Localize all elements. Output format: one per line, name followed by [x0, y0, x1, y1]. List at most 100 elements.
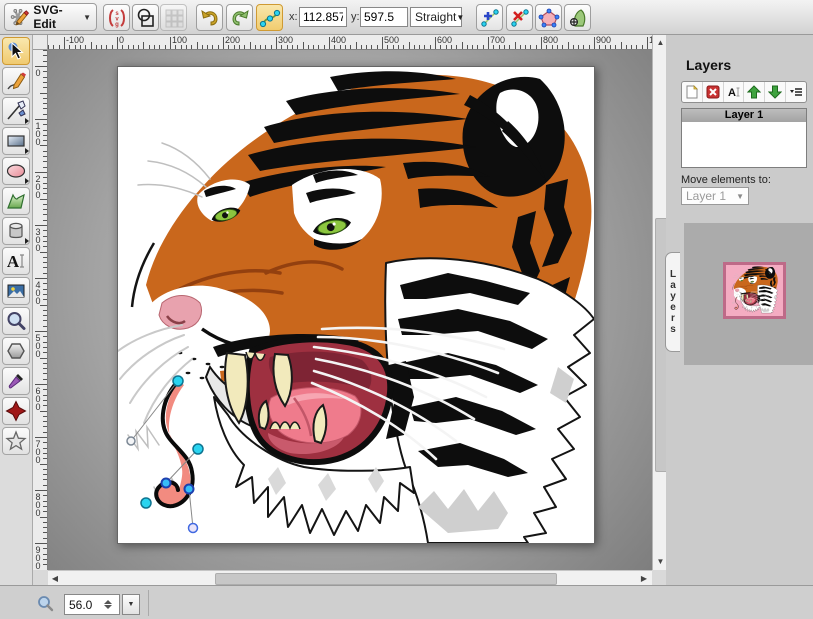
main-toolbar: SVG-Edit ▼ s v g	[0, 0, 813, 35]
link-control-points-button[interactable]	[564, 4, 591, 31]
delete-node-button[interactable]	[506, 4, 533, 31]
scroll-right-button[interactable]: ▶	[637, 571, 651, 585]
workspace[interactable]	[48, 50, 652, 570]
undo-button[interactable]	[196, 4, 223, 31]
ellipse-tool[interactable]	[2, 157, 30, 185]
path-node[interactable]	[162, 479, 171, 488]
grid-icon	[163, 7, 185, 29]
x-coordinate-input[interactable]	[299, 7, 347, 27]
cylinder-icon	[5, 220, 27, 242]
burst-icon	[5, 400, 27, 422]
svg-text:A: A	[728, 87, 736, 99]
thumbnail-drawing	[726, 265, 783, 316]
star-burst-tool[interactable]	[2, 397, 30, 425]
flyout-arrow-icon	[25, 148, 29, 154]
star-tool[interactable]	[2, 427, 30, 455]
select-arrow-icon: ▼	[456, 13, 464, 22]
status-bar: 56.0 ▼	[0, 585, 813, 619]
move-elements-label: Move elements to:	[681, 174, 771, 186]
spinner-down-icon[interactable]	[104, 605, 112, 609]
path-node-selected[interactable]	[141, 498, 151, 508]
segment-type-select[interactable]: Straight ▼	[410, 7, 462, 27]
shape-library-tool[interactable]	[2, 217, 30, 245]
wireframe-button[interactable]	[132, 4, 159, 31]
pencil-tool[interactable]	[2, 67, 30, 95]
text-icon: A	[5, 250, 27, 272]
eyedropper-tool[interactable]	[2, 367, 30, 395]
polygon-tool[interactable]	[2, 337, 30, 365]
preview-panel	[684, 223, 813, 365]
redo-button[interactable]	[226, 4, 253, 31]
ellipse-icon	[5, 160, 27, 182]
drawing-thumbnail	[723, 262, 786, 319]
layer-down-icon	[768, 85, 782, 99]
move-elements-dropdown[interactable]: Layer 1 ▼	[681, 187, 749, 205]
delete-node-icon	[509, 7, 531, 29]
flyout-arrow-icon	[25, 238, 29, 244]
layers-side-tab[interactable]: Layers	[665, 252, 680, 352]
tools-palette: A	[0, 35, 33, 619]
zoom-spinner[interactable]	[92, 600, 119, 609]
select-tool[interactable]	[2, 37, 30, 65]
control-handle[interactable]	[189, 524, 198, 533]
edit-source-button[interactable]: s v g	[103, 4, 130, 31]
layer-row[interactable]: Layer 1	[682, 109, 806, 122]
source-code-icon: s v g	[106, 7, 128, 29]
move-layer-down-button[interactable]	[765, 82, 786, 102]
layer-more-options-button[interactable]	[786, 82, 806, 102]
spinner-up-icon[interactable]	[104, 600, 112, 604]
text-tool[interactable]: A	[2, 247, 30, 275]
ruler-top: -10001002003004005006007008009001000	[48, 35, 652, 50]
drawing[interactable]	[118, 67, 594, 543]
move-layer-up-button[interactable]	[744, 82, 765, 102]
zoom-level-value: 56.0	[65, 598, 92, 612]
path-edit-mode-button[interactable]	[256, 4, 283, 31]
link-control-points-icon	[567, 7, 589, 29]
path-tool[interactable]	[2, 187, 30, 215]
path-node-selected[interactable]	[193, 444, 203, 454]
grid-button[interactable]	[160, 4, 187, 31]
rename-layer-button[interactable]: A	[724, 82, 745, 102]
image-tool[interactable]	[2, 277, 30, 305]
magnifier-icon	[5, 310, 27, 332]
line-pen-icon	[5, 100, 27, 122]
add-node-button[interactable]	[476, 4, 503, 31]
y-coordinate-input[interactable]	[360, 7, 408, 27]
control-handle[interactable]	[127, 437, 135, 445]
segment-type-value: Straight	[415, 10, 456, 24]
layers-panel-title: Layers	[686, 57, 731, 73]
scroll-left-button[interactable]: ◀	[48, 571, 62, 585]
ruler-corner	[33, 35, 48, 50]
svg-edit-app: SVG-Edit ▼ s v g	[0, 0, 813, 619]
star-icon	[5, 430, 27, 452]
x-coordinate-label: x:	[289, 11, 298, 23]
dropdown-arrow-icon: ▼	[128, 601, 135, 608]
horizontal-scrollbar[interactable]: ◀ ▶	[48, 570, 652, 585]
layers-panel: Layers A	[666, 35, 813, 585]
zoom-tool[interactable]	[2, 307, 30, 335]
rect-tool[interactable]	[2, 127, 30, 155]
tiger-drawing[interactable]	[118, 71, 594, 543]
app-name: SVG-Edit	[33, 3, 79, 31]
layer-menu-icon	[789, 85, 803, 99]
svg-canvas[interactable]	[117, 66, 595, 544]
path-node-selected[interactable]	[173, 376, 183, 386]
zoom-preset-dropdown[interactable]: ▼	[122, 594, 140, 615]
zoom-magnifier-icon	[37, 595, 54, 612]
delete-layer-button[interactable]	[703, 82, 724, 102]
path-node[interactable]	[185, 485, 194, 494]
path-shape-icon	[5, 190, 27, 212]
zoom-level-input[interactable]: 56.0	[64, 594, 120, 615]
pencil-icon	[5, 70, 27, 92]
horizontal-scroll-thumb[interactable]	[215, 573, 557, 585]
layer-buttons-bar: A	[681, 81, 807, 103]
open-path-button[interactable]	[535, 4, 562, 31]
delete-layer-icon	[706, 85, 720, 99]
new-layer-icon	[685, 85, 699, 99]
line-tool[interactable]	[2, 97, 30, 125]
redo-icon	[229, 7, 251, 29]
path-edit-icon	[259, 7, 281, 29]
y-coordinate-label: y:	[351, 11, 360, 23]
main-menu-button[interactable]: SVG-Edit ▼	[4, 3, 97, 31]
new-layer-button[interactable]	[682, 82, 703, 102]
